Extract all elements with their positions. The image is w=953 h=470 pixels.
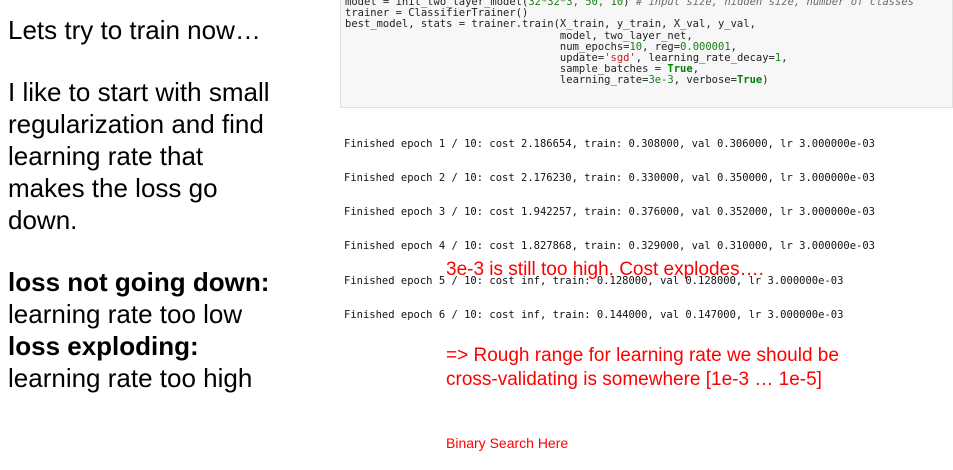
binary-search-annotation: Binary Search Here [446, 435, 569, 451]
loss-not-going-down-heading: loss not going down: [8, 267, 270, 297]
code-cell: model = init_two_layer_model(32*32*3, 50… [340, 0, 953, 108]
advice-line-3: learning rate that [8, 141, 204, 171]
advice-line-2: regularization and find [8, 109, 264, 139]
code-line-8: learning_rate=3e-3, verbose=True) [345, 74, 769, 87]
code-line-3: best_model, stats = trainer.train(X_trai… [345, 18, 756, 31]
advice-line-1: I like to start with small [8, 77, 270, 107]
advice-line-5: down. [8, 205, 78, 235]
loss-exploding-heading: loss exploding: [8, 331, 199, 361]
lr-too-high-text: learning rate too high [8, 363, 253, 393]
intro-line: Lets try to train now… [8, 15, 261, 45]
code-block: model = init_two_layer_model(32*32*3, 50… [345, 0, 914, 87]
lr-range-annotation: => Rough range for learning rate we shou… [446, 345, 839, 390]
slide-body-text: Lets try to train now… I like to start w… [8, 14, 338, 394]
cost-explodes-annotation: 3e-3 is still too high. Cost explodes…. [446, 259, 764, 280]
output-line: Finished epoch 2 / 10: cost 2.176230, tr… [344, 172, 876, 185]
output-line: Finished epoch 4 / 10: cost 1.827868, tr… [344, 240, 876, 253]
output-line: Finished epoch 6 / 10: cost inf, train: … [344, 308, 844, 321]
advice-line-4: makes the loss go [8, 173, 218, 203]
lr-too-low-text: learning rate too low [8, 299, 243, 329]
output-line: Finished epoch 1 / 10: cost 2.186654, tr… [344, 137, 876, 150]
output-line: Finished epoch 3 / 10: cost 1.942257, tr… [344, 206, 876, 219]
training-output: Finished epoch 1 / 10: cost 2.186654, tr… [344, 116, 875, 333]
